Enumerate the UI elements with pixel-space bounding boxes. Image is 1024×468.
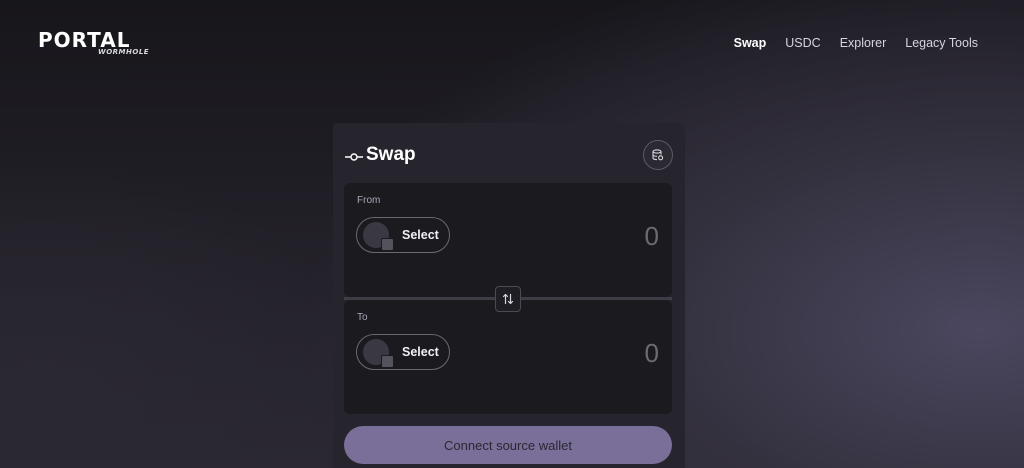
nav-item-legacy-tools[interactable]: Legacy Tools bbox=[905, 36, 978, 50]
swap-route-icon bbox=[345, 153, 363, 161]
to-token-select-button[interactable]: Select bbox=[356, 334, 450, 370]
logo-wordmark: PORTAL bbox=[38, 28, 131, 52]
settings-button[interactable] bbox=[643, 140, 673, 170]
card-header: Swap bbox=[345, 140, 673, 172]
to-amount-input[interactable]: 0 bbox=[645, 338, 659, 369]
flip-direction-button[interactable] bbox=[495, 286, 521, 312]
token-placeholder-icon bbox=[363, 339, 394, 368]
nav-item-explorer[interactable]: Explorer bbox=[840, 36, 887, 50]
top-nav: Swap USDC Explorer Legacy Tools bbox=[734, 36, 978, 50]
from-token-select-label: Select bbox=[402, 228, 439, 242]
database-settings-icon bbox=[652, 149, 664, 161]
swap-card: Swap From Select 0 To Select 0 Connect s… bbox=[333, 123, 685, 468]
to-panel: To Select 0 bbox=[344, 300, 672, 414]
from-amount-input[interactable]: 0 bbox=[645, 221, 659, 252]
to-token-select-label: Select bbox=[402, 345, 439, 359]
connect-source-wallet-button[interactable]: Connect source wallet bbox=[344, 426, 672, 464]
chain-badge-icon bbox=[381, 355, 394, 368]
nav-item-usdc[interactable]: USDC bbox=[785, 36, 820, 50]
chain-badge-icon bbox=[381, 238, 394, 251]
from-panel: From Select 0 bbox=[344, 183, 672, 297]
swap-arrows-icon bbox=[502, 293, 514, 305]
portal-logo[interactable]: PORTAL WORMHOLE bbox=[38, 30, 162, 60]
token-placeholder-icon bbox=[363, 222, 394, 251]
logo-subtitle: WORMHOLE bbox=[98, 48, 150, 56]
card-title: Swap bbox=[366, 144, 416, 165]
nav-item-swap[interactable]: Swap bbox=[734, 36, 767, 50]
from-token-select-button[interactable]: Select bbox=[356, 217, 450, 253]
from-label: From bbox=[357, 195, 381, 206]
to-label: To bbox=[357, 312, 368, 323]
